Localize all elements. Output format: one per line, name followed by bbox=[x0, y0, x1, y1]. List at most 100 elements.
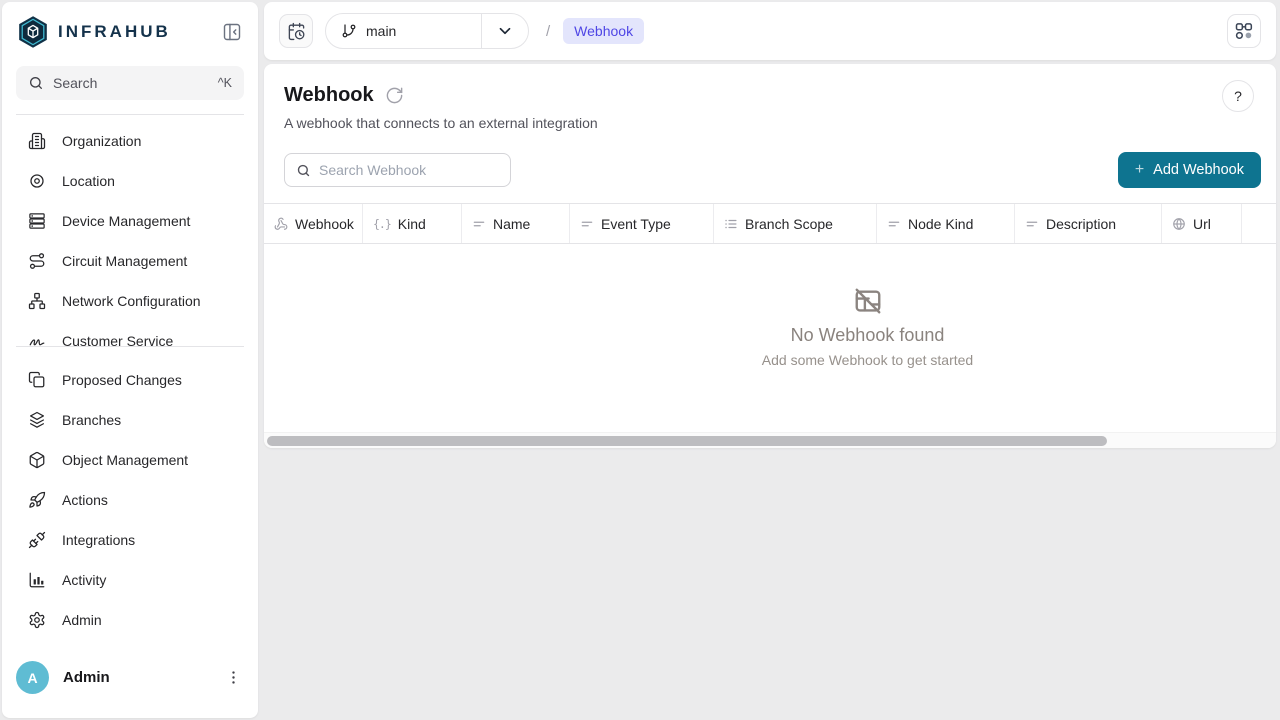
sidebar-item-label: Admin bbox=[62, 612, 102, 628]
branch-name: main bbox=[366, 23, 396, 39]
help-button[interactable]: ? bbox=[1222, 80, 1254, 112]
plug-icon bbox=[28, 531, 46, 549]
sidebar-item-label: Circuit Management bbox=[62, 253, 187, 269]
sidebar-item-customer-service[interactable]: Customer Service bbox=[2, 321, 258, 346]
user-name: Admin bbox=[63, 669, 208, 686]
add-webhook-label: Add Webhook bbox=[1153, 162, 1244, 178]
sidebar-menu-secondary: Proposed Changes Branches Object Managem… bbox=[2, 347, 258, 640]
text-icon bbox=[580, 217, 594, 231]
calendar-clock-icon bbox=[287, 22, 306, 41]
globe-icon bbox=[1172, 217, 1186, 231]
infrahub-logo-icon bbox=[18, 16, 48, 48]
column-label: Webhook bbox=[295, 216, 354, 232]
list-icon bbox=[724, 217, 738, 231]
breadcrumb-current[interactable]: Webhook bbox=[563, 18, 644, 44]
page-header: Webhook A webhook that connects to an ex… bbox=[264, 64, 1276, 131]
user-menu[interactable]: A Admin bbox=[16, 661, 244, 694]
sidebar-item-label: Device Management bbox=[62, 213, 190, 229]
sidebar-item-branches[interactable]: Branches bbox=[2, 400, 258, 440]
sidebar-item-proposed-changes[interactable]: Proposed Changes bbox=[2, 360, 258, 400]
object-search[interactable] bbox=[284, 153, 511, 187]
branch-dropdown-toggle[interactable] bbox=[482, 14, 528, 48]
app-title: INFRAHUB bbox=[58, 22, 220, 42]
column-label: Name bbox=[493, 216, 530, 232]
sidebar-item-label: Organization bbox=[62, 133, 141, 149]
sidebar-item-actions[interactable]: Actions bbox=[2, 480, 258, 520]
refresh-icon bbox=[385, 86, 405, 105]
branch-selector[interactable]: main bbox=[325, 13, 529, 49]
text-icon bbox=[1025, 217, 1039, 231]
sidebar-item-label: Proposed Changes bbox=[62, 372, 182, 388]
horizontal-scrollbar-thumb[interactable] bbox=[267, 436, 1107, 446]
topbar: main / Webhook bbox=[264, 2, 1276, 60]
page-title: Webhook bbox=[284, 84, 374, 107]
add-webhook-button[interactable]: + Add Webhook bbox=[1118, 152, 1261, 188]
layers-icon bbox=[28, 411, 46, 429]
workflow-icon bbox=[1234, 21, 1254, 41]
webhook-icon bbox=[274, 217, 288, 231]
sidebar-item-location[interactable]: Location bbox=[2, 161, 258, 201]
sidebar-item-network-configuration[interactable]: Network Configuration bbox=[2, 281, 258, 321]
empty-state: No Webhook found Add some Webhook to get… bbox=[264, 244, 1276, 410]
column-header-filler bbox=[1242, 204, 1276, 243]
search-label: Search bbox=[53, 75, 209, 91]
search-shortcut: ^K bbox=[218, 76, 232, 90]
table-header-row: Webhook {.} Kind Name Event Type bbox=[264, 204, 1276, 244]
column-header-node-kind: Node Kind bbox=[877, 204, 1015, 243]
webhook-table: Webhook {.} Kind Name Event Type bbox=[264, 203, 1276, 410]
sidebar-item-device-management[interactable]: Device Management bbox=[2, 201, 258, 241]
empty-state-subtitle: Add some Webhook to get started bbox=[762, 352, 973, 368]
empty-state-title: No Webhook found bbox=[791, 325, 945, 346]
route-icon bbox=[28, 252, 46, 270]
plus-icon: + bbox=[1135, 161, 1144, 179]
column-label: Node Kind bbox=[908, 216, 973, 232]
copy-icon bbox=[28, 371, 46, 389]
column-label: Kind bbox=[398, 216, 426, 232]
git-branch-icon bbox=[341, 23, 357, 39]
column-label: Description bbox=[1046, 216, 1116, 232]
sidebar-item-admin[interactable]: Admin bbox=[2, 600, 258, 640]
search-input[interactable] bbox=[319, 162, 499, 178]
breadcrumb-separator: / bbox=[546, 23, 550, 40]
search-icon bbox=[296, 163, 311, 178]
column-header-branch-scope: Branch Scope bbox=[714, 204, 877, 243]
sidebar-item-object-management[interactable]: Object Management bbox=[2, 440, 258, 480]
refresh-button[interactable] bbox=[385, 86, 405, 106]
signature-icon bbox=[28, 332, 46, 346]
sidebar-item-label: Actions bbox=[62, 492, 108, 508]
search-icon bbox=[28, 75, 44, 91]
sidebar-menu-primary: Organization Location Device Management bbox=[2, 115, 258, 346]
branch-selector-current[interactable]: main bbox=[326, 14, 481, 48]
sidebar-item-label: Network Configuration bbox=[62, 293, 201, 309]
sidebar-item-circuit-management[interactable]: Circuit Management bbox=[2, 241, 258, 281]
chevron-down-icon bbox=[496, 22, 514, 40]
horizontal-scrollbar-track bbox=[264, 432, 1276, 448]
column-header-webhook: Webhook bbox=[264, 204, 363, 243]
bar-chart-icon bbox=[28, 571, 46, 589]
braces-icon: {.} bbox=[373, 217, 391, 231]
sidebar-search[interactable]: Search ^K bbox=[16, 66, 244, 100]
panel-collapse-icon bbox=[222, 22, 242, 42]
sidebar: INFRAHUB Search ^K Organization bbox=[2, 2, 258, 718]
time-travel-button[interactable] bbox=[279, 14, 313, 48]
sidebar-item-integrations[interactable]: Integrations bbox=[2, 520, 258, 560]
avatar: A bbox=[16, 661, 49, 694]
sidebar-collapse-button[interactable] bbox=[220, 20, 244, 44]
table-off-icon bbox=[853, 286, 883, 316]
box-icon bbox=[28, 451, 46, 469]
column-header-url: Url bbox=[1162, 204, 1242, 243]
building-icon bbox=[28, 132, 46, 150]
text-icon bbox=[472, 217, 486, 231]
sidebar-item-label: Branches bbox=[62, 412, 121, 428]
text-icon bbox=[887, 217, 901, 231]
kebab-menu-icon bbox=[225, 669, 242, 686]
main-content: Webhook A webhook that connects to an ex… bbox=[264, 64, 1276, 448]
user-options-button[interactable] bbox=[222, 667, 244, 689]
rocket-icon bbox=[28, 491, 46, 509]
sidebar-item-activity[interactable]: Activity bbox=[2, 560, 258, 600]
sidebar-item-organization[interactable]: Organization bbox=[2, 121, 258, 161]
column-label: Event Type bbox=[601, 216, 671, 232]
column-label: Branch Scope bbox=[745, 216, 833, 232]
tasks-status-button[interactable] bbox=[1227, 14, 1261, 48]
sidebar-item-label: Object Management bbox=[62, 452, 188, 468]
